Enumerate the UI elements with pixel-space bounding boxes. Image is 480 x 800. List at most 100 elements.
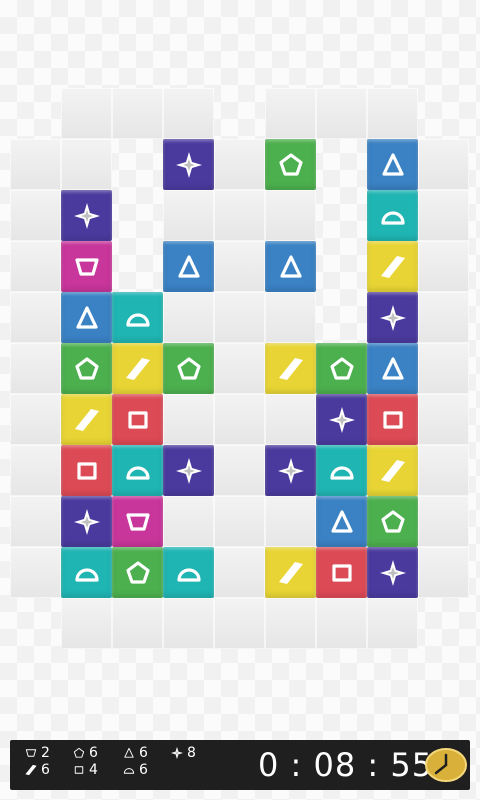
tile-parallelogram[interactable] (112, 343, 163, 394)
board-cell (163, 292, 214, 343)
board-cell (214, 292, 265, 343)
board-cell (265, 292, 316, 343)
board-cell (265, 190, 316, 241)
tile-semicircle[interactable] (61, 547, 112, 598)
tile-pentagon[interactable] (112, 547, 163, 598)
board-cell (418, 139, 469, 190)
tile-trapezoid[interactable] (112, 496, 163, 547)
pentagon-icon (278, 152, 303, 176)
semicircle-icon (125, 465, 150, 480)
tile-square[interactable] (316, 547, 367, 598)
star-icon (175, 151, 202, 178)
tile-star[interactable] (316, 394, 367, 445)
game-board (10, 88, 469, 649)
tile-star[interactable] (163, 445, 214, 496)
tile-semicircle[interactable] (163, 547, 214, 598)
board-cell (265, 88, 316, 139)
pentagon-icon (125, 560, 150, 584)
tile-parallelogram[interactable] (265, 343, 316, 394)
timer-display: 0 : 08 : 55 (258, 746, 434, 784)
board-cell (61, 88, 112, 139)
board-cell (163, 88, 214, 139)
tile-triangle[interactable] (265, 241, 316, 292)
board-cell (163, 190, 214, 241)
triangle-icon (381, 152, 404, 176)
star-icon (379, 559, 406, 586)
board-cell (112, 88, 163, 139)
tile-square[interactable] (367, 394, 418, 445)
board-cell (418, 445, 469, 496)
triangle-icon (330, 509, 353, 533)
board-cell (61, 598, 112, 649)
tile-semicircle[interactable] (112, 445, 163, 496)
board-cell (418, 496, 469, 547)
tile-parallelogram[interactable] (367, 241, 418, 292)
star-icon (175, 457, 202, 484)
tile-pentagon[interactable] (367, 496, 418, 547)
tile-pentagon[interactable] (61, 343, 112, 394)
tile-star[interactable] (367, 547, 418, 598)
count-value: 6 (139, 745, 148, 761)
board-cell (418, 190, 469, 241)
tile-semicircle[interactable] (367, 190, 418, 241)
parallelogram-icon (74, 408, 99, 431)
count-value: 6 (89, 745, 98, 761)
tile-star[interactable] (163, 139, 214, 190)
tile-parallelogram[interactable] (367, 445, 418, 496)
parallelogram-icon (380, 255, 405, 278)
board-cell (214, 496, 265, 547)
board-cell (214, 139, 265, 190)
tile-square[interactable] (112, 394, 163, 445)
tile-parallelogram[interactable] (61, 394, 112, 445)
board-cell (214, 394, 265, 445)
board-cell (367, 88, 418, 139)
square-icon (382, 410, 403, 429)
tile-pentagon[interactable] (163, 343, 214, 394)
parallelogram-icon (25, 764, 37, 776)
tile-star[interactable] (61, 496, 112, 547)
board-cell (10, 394, 61, 445)
board-cell (214, 445, 265, 496)
tile-triangle[interactable] (163, 241, 214, 292)
trapezoid-icon (25, 749, 37, 757)
tile-pentagon[interactable] (265, 139, 316, 190)
tile-star[interactable] (61, 190, 112, 241)
tile-trapezoid[interactable] (61, 241, 112, 292)
star-icon (170, 746, 184, 760)
count-value: 2 (41, 745, 50, 761)
tile-triangle[interactable] (316, 496, 367, 547)
pentagon-icon (73, 747, 85, 758)
board-cell (163, 496, 214, 547)
tile-pentagon[interactable] (316, 343, 367, 394)
board-cell (10, 496, 61, 547)
count-value: 6 (139, 762, 148, 778)
star-icon (73, 508, 100, 535)
tile-star[interactable] (367, 292, 418, 343)
tile-star[interactable] (265, 445, 316, 496)
tile-parallelogram[interactable] (265, 547, 316, 598)
semicircle-icon (380, 210, 405, 225)
pentagon-icon (74, 356, 99, 380)
tile-triangle[interactable] (61, 292, 112, 343)
clock-icon[interactable] (424, 747, 468, 783)
star-icon (277, 457, 304, 484)
count-pentagon: 6 (72, 745, 98, 761)
pentagon-icon (380, 509, 405, 533)
count-value: 8 (187, 745, 196, 761)
tile-semicircle[interactable] (316, 445, 367, 496)
board-cell (10, 547, 61, 598)
tile-semicircle[interactable] (112, 292, 163, 343)
board-cell (163, 394, 214, 445)
tile-triangle[interactable] (367, 343, 418, 394)
status-bar: 266 8646 0 : 08 : 55 (10, 740, 470, 790)
tile-square[interactable] (61, 445, 112, 496)
parallelogram-icon (380, 459, 405, 482)
parallelogram-icon (278, 357, 303, 380)
tile-triangle[interactable] (367, 139, 418, 190)
semicircle-icon (329, 465, 354, 480)
triangle-icon (381, 356, 404, 380)
board-cell (418, 292, 469, 343)
semicircle-icon (125, 312, 150, 327)
pentagon-icon (329, 356, 354, 380)
count-trapezoid: 2 (24, 745, 50, 761)
